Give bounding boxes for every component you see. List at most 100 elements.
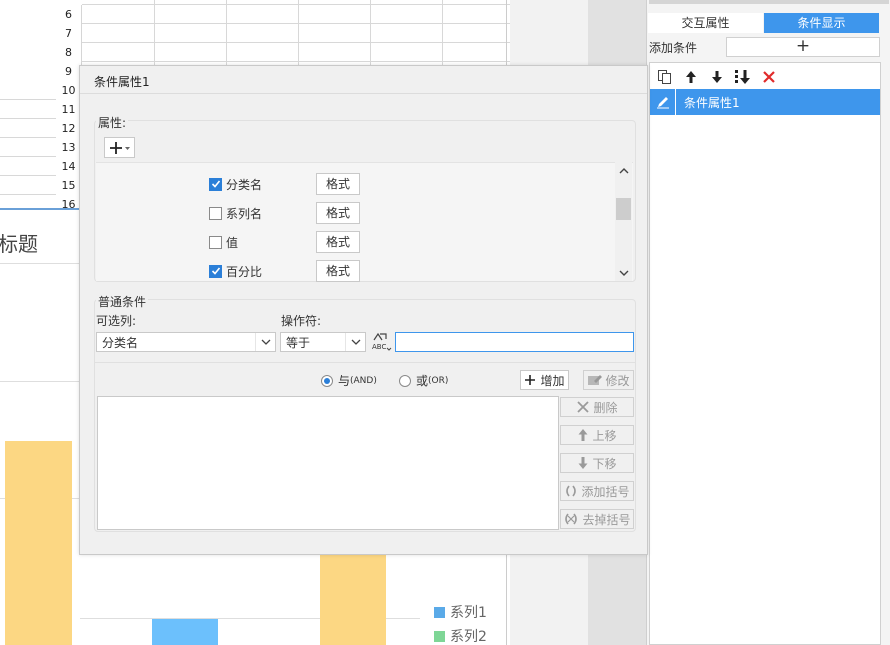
property-checkbox-percent[interactable] bbox=[209, 264, 222, 278]
legend-label: 系列1 bbox=[450, 605, 487, 621]
radio-or-label: 或 bbox=[416, 374, 429, 388]
grid-line bbox=[298, 0, 299, 70]
property-label: 百分比 bbox=[226, 264, 263, 279]
chart-gridline bbox=[0, 381, 80, 382]
divider bbox=[80, 93, 647, 94]
modify-button[interactable]: 修改 bbox=[583, 370, 634, 390]
radio-button[interactable] bbox=[321, 374, 333, 387]
remove-bracket-icon bbox=[565, 513, 578, 525]
move-down-label: 下移 bbox=[592, 456, 617, 471]
add-condition-label: 添加条件 bbox=[649, 41, 698, 55]
move-down-button[interactable]: 下移 bbox=[560, 453, 634, 473]
divider bbox=[94, 362, 636, 363]
chevron-up-icon[interactable] bbox=[618, 165, 629, 176]
format-button[interactable]: 格式 bbox=[316, 173, 360, 195]
svg-text:ABC: ABC bbox=[372, 343, 386, 351]
tab-interaction-properties[interactable]: 交互属性 bbox=[648, 13, 763, 33]
properties-group-label: 属性: bbox=[96, 114, 129, 131]
grid-line bbox=[0, 99, 56, 100]
condition-expression-area[interactable] bbox=[97, 396, 559, 530]
chart-border bbox=[0, 208, 80, 210]
chevron-down-icon[interactable] bbox=[345, 333, 365, 351]
row-number: 8 bbox=[56, 43, 82, 62]
chevron-down-icon[interactable] bbox=[255, 333, 275, 351]
plus-icon bbox=[525, 375, 536, 385]
properties-panel: 交互属性 条件显示 添加条件 + 条件属性1 bbox=[646, 0, 890, 645]
remove-bracket-button[interactable]: 去掉括号 bbox=[560, 509, 634, 529]
scroll-thumb[interactable] bbox=[616, 198, 631, 220]
property-row: 值 格式 bbox=[209, 231, 360, 253]
delete-icon[interactable] bbox=[760, 68, 778, 86]
grid-line bbox=[370, 0, 371, 70]
operator-select[interactable]: 等于 bbox=[280, 332, 366, 352]
plus-dropdown-icon bbox=[109, 141, 130, 154]
chart-title: 标题 bbox=[0, 232, 38, 256]
pencil-icon bbox=[650, 89, 676, 115]
radio-and[interactable]: 与 (AND) bbox=[321, 372, 377, 389]
delete-button-label: 删除 bbox=[593, 400, 618, 415]
condition-list-item[interactable]: 条件属性1 bbox=[650, 89, 880, 115]
property-checkbox-series[interactable] bbox=[209, 206, 222, 220]
format-button[interactable]: 格式 bbox=[316, 231, 360, 253]
legend-swatch bbox=[434, 606, 445, 618]
add-bracket-button[interactable]: 添加括号 bbox=[560, 481, 634, 501]
bracket-icon bbox=[566, 485, 577, 497]
modify-icon bbox=[588, 375, 603, 385]
format-button[interactable]: 格式 bbox=[316, 260, 360, 282]
operator-select-value: 等于 bbox=[286, 335, 311, 350]
close-icon bbox=[577, 401, 590, 413]
radio-button[interactable] bbox=[399, 374, 411, 387]
add-condition-button[interactable]: + bbox=[726, 37, 880, 57]
operator-label: 操作符: bbox=[281, 314, 322, 328]
row-number: 7 bbox=[56, 24, 82, 43]
property-row: 系列名 格式 bbox=[209, 202, 360, 224]
property-row: 百分比 格式 bbox=[209, 260, 360, 282]
grid-line bbox=[0, 194, 56, 195]
delete-button[interactable]: 删除 bbox=[560, 397, 634, 417]
condition-toolbar bbox=[656, 68, 778, 86]
legend-label: 系列2 bbox=[450, 629, 487, 645]
property-list: 分类名 格式 系列名 格式 值 格式 百分比 格式 bbox=[96, 162, 633, 282]
row-number: 6 bbox=[56, 5, 82, 24]
grid-line bbox=[442, 0, 443, 70]
grid-line bbox=[82, 23, 510, 24]
panel-header-bar bbox=[649, 0, 889, 4]
legend-item: 系列1 bbox=[434, 600, 487, 624]
dialog-title: 条件属性1 bbox=[94, 75, 150, 89]
column-select-value: 分类名 bbox=[102, 335, 139, 350]
add-bracket-label: 添加括号 bbox=[581, 484, 630, 499]
move-up-label: 上移 bbox=[592, 428, 617, 443]
arrow-down-icon[interactable] bbox=[708, 68, 726, 86]
property-list-scrollbar[interactable] bbox=[615, 162, 632, 281]
condition-value-input[interactable] bbox=[395, 332, 634, 352]
grid-line bbox=[0, 137, 56, 138]
move-bottom-icon[interactable] bbox=[734, 68, 752, 86]
value-type-icon[interactable]: ABC bbox=[369, 330, 393, 354]
add-condition-item-button[interactable]: 增加 bbox=[520, 370, 569, 390]
grid-line bbox=[82, 61, 510, 62]
property-label: 分类名 bbox=[226, 177, 263, 192]
chevron-down-icon[interactable] bbox=[618, 267, 629, 278]
grid-line bbox=[0, 118, 56, 119]
property-label: 系列名 bbox=[226, 206, 263, 221]
property-checkbox-value[interactable] bbox=[209, 235, 222, 249]
arrow-up-icon[interactable] bbox=[682, 68, 700, 86]
add-button-label: 增加 bbox=[540, 373, 565, 388]
property-checkbox-category[interactable] bbox=[209, 177, 222, 191]
radio-or[interactable]: 或 (OR) bbox=[399, 372, 448, 389]
grid-line bbox=[0, 175, 56, 176]
chart-bar bbox=[320, 553, 386, 645]
grid-line bbox=[82, 4, 510, 5]
column-select[interactable]: 分类名 bbox=[96, 332, 276, 352]
move-up-button[interactable]: 上移 bbox=[560, 425, 634, 445]
column-label: 可选列: bbox=[96, 314, 137, 328]
copy-icon[interactable] bbox=[656, 68, 674, 86]
tab-conditional-display[interactable]: 条件显示 bbox=[764, 13, 879, 33]
chart-gridline bbox=[0, 263, 80, 264]
grid-line bbox=[82, 42, 510, 43]
radio-and-sub: (AND) bbox=[350, 375, 377, 386]
format-button[interactable]: 格式 bbox=[316, 202, 360, 224]
arrow-down-icon bbox=[578, 457, 588, 469]
add-property-button[interactable] bbox=[104, 137, 135, 158]
chart-bar bbox=[152, 619, 218, 645]
